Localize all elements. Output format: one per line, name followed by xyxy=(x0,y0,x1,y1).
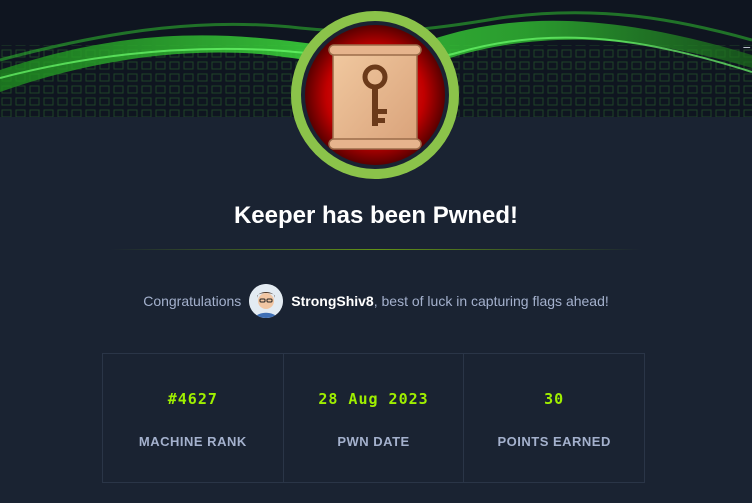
stats-panel: #4627 MACHINE RANK 28 Aug 2023 PWN DATE … xyxy=(102,353,645,483)
stat-points-earned: 30 POINTS EARNED xyxy=(464,354,644,482)
congrats-tail: , best of luck in capturing flags ahead! xyxy=(373,293,609,309)
page-title: Keeper has been Pwned! xyxy=(233,202,519,229)
banner-edge-glyph: _ xyxy=(743,34,751,49)
stat-value: 28 Aug 2023 xyxy=(318,390,429,408)
stat-label: MACHINE RANK xyxy=(138,434,247,449)
stat-value: 30 xyxy=(544,390,565,408)
stat-machine-rank: #4627 MACHINE RANK xyxy=(103,354,284,482)
stat-label: POINTS EARNED xyxy=(497,434,611,449)
stat-value: #4627 xyxy=(167,390,218,408)
divider xyxy=(110,249,642,250)
machine-badge xyxy=(289,9,461,181)
username-link[interactable]: StrongShiv8 xyxy=(291,293,373,309)
stat-label: PWN DATE xyxy=(337,434,410,449)
stat-pwn-date: 28 Aug 2023 PWN DATE xyxy=(284,354,465,482)
congrats-line: Congratulations StrongShiv8 , best of lu… xyxy=(0,283,752,319)
avatar-icon xyxy=(249,284,284,318)
congrats-lead: Congratulations xyxy=(143,293,242,309)
user-avatar[interactable] xyxy=(249,284,284,318)
key-scroll-icon xyxy=(291,11,459,179)
